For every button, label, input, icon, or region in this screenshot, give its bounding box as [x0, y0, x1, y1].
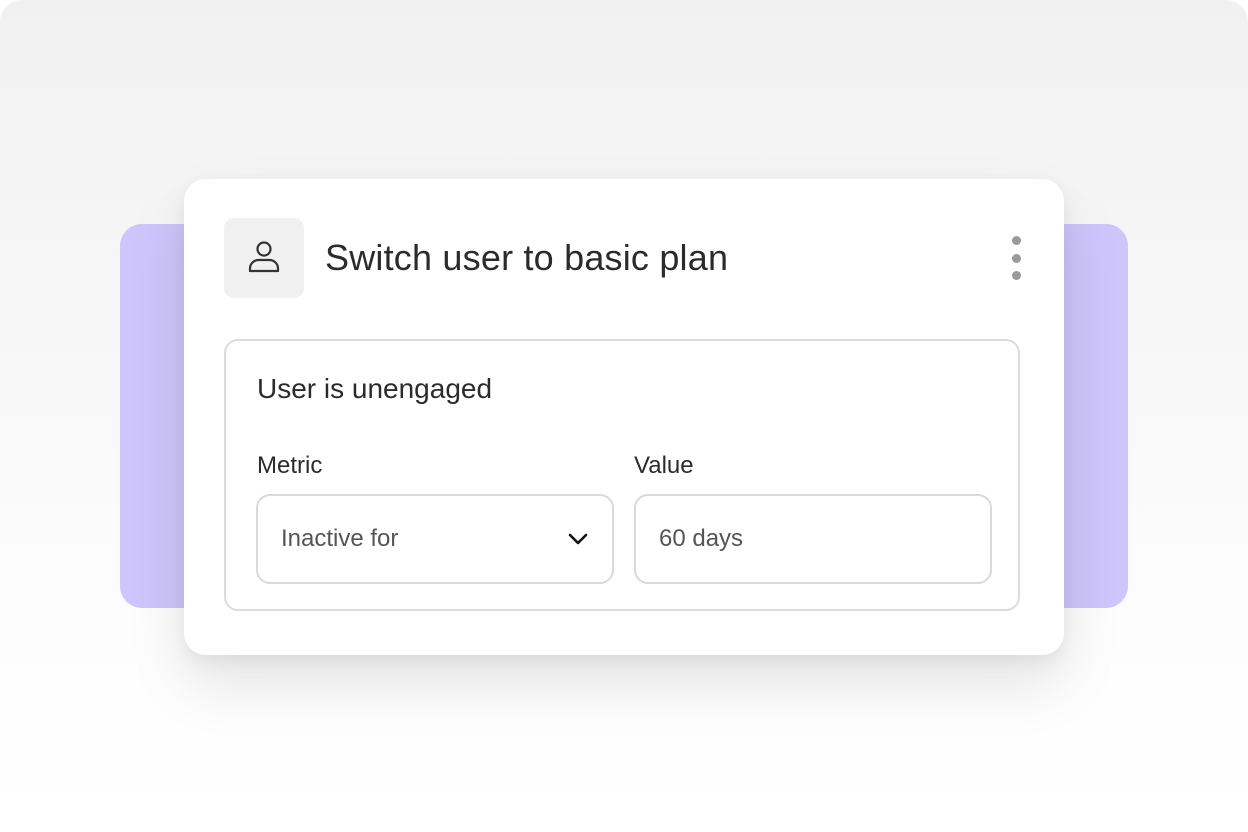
value-input-text: 60 days [659, 525, 744, 552]
metric-select[interactable]: Inactive for [256, 494, 614, 584]
user-icon [245, 237, 283, 280]
more-menu-button[interactable] [1004, 236, 1028, 280]
metric-select-value: Inactive for [281, 525, 399, 552]
action-card: Switch user to basic plan User is unenga… [184, 179, 1064, 655]
metric-label: Metric [257, 452, 323, 479]
condition-title: User is unengaged [257, 373, 493, 404]
more-vertical-icon [1011, 236, 1021, 245]
chevron-down-icon [566, 527, 590, 551]
card-header: Switch user to basic plan [224, 218, 1028, 298]
value-label: Value [634, 452, 694, 479]
canvas: Switch user to basic plan User is unenga… [0, 0, 1248, 832]
more-vertical-icon-dot [1011, 253, 1021, 263]
more-vertical-icon-dot [1011, 271, 1021, 280]
condition-panel: User is unengaged Metric Inactive for Va… [224, 339, 1020, 611]
value-input[interactable]: 60 days [634, 494, 992, 584]
avatar [224, 218, 304, 298]
card-title: Switch user to basic plan [325, 237, 729, 278]
